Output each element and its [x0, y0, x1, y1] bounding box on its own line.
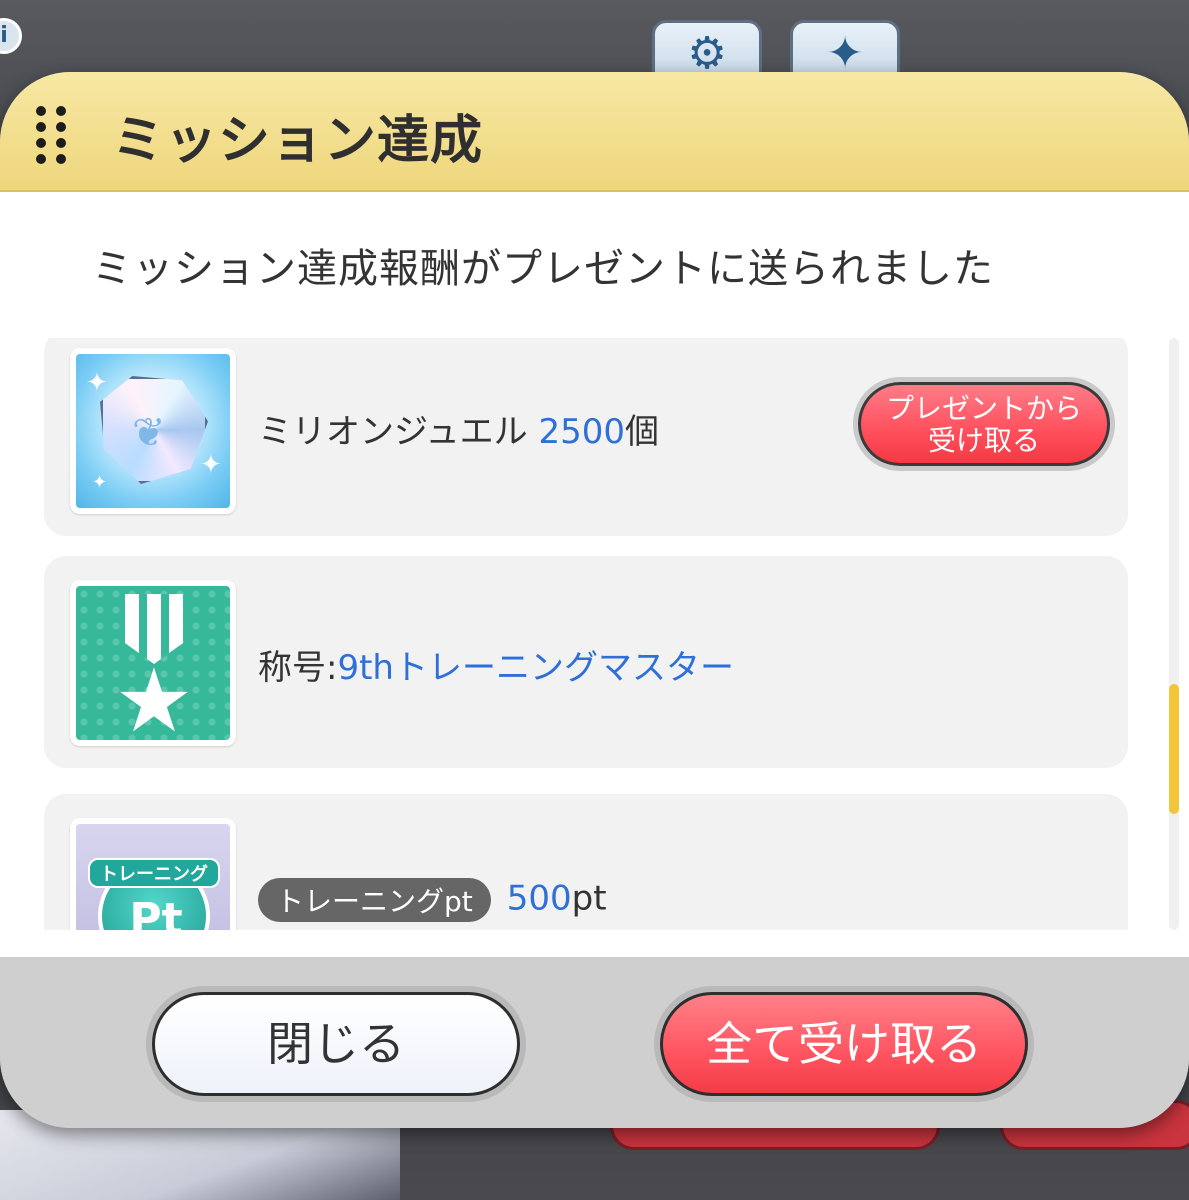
- reward-amount: 2500: [538, 412, 625, 452]
- receive-all-button[interactable]: 全て受け取る: [660, 992, 1028, 1096]
- training-pt-icon: トレーニング Pt: [70, 818, 236, 930]
- reward-row-training-pt: トレーニング Pt トレーニングpt 500pt: [44, 794, 1128, 930]
- title-medal-icon: ★: [70, 580, 236, 746]
- reward-amount: 500: [506, 878, 572, 919]
- million-jewel-icon: ❦ ✦ ✦ ✦: [70, 348, 236, 514]
- dialog-header: ミッション達成: [0, 72, 1189, 192]
- grip-dots-icon: [36, 106, 68, 164]
- scrollbar-thumb[interactable]: [1169, 684, 1179, 814]
- reward-row-title: ★ 称号:9thトレーニングマスター: [44, 556, 1128, 768]
- reward-tag: トレーニングpt: [258, 878, 491, 922]
- reward-label: 称号:9thトレーニングマスター: [258, 648, 734, 688]
- dialog-message: ミッション達成報酬がプレゼントに送られました: [92, 246, 994, 292]
- dialog-body: ミッション達成報酬がプレゼントに送られました ❦ ✦ ✦ ✦ ミリオンジュエル …: [0, 192, 1189, 957]
- reward-list[interactable]: ❦ ✦ ✦ ✦ ミリオンジュエル 2500個 プレゼントから 受け取る ★ 称号…: [44, 338, 1134, 930]
- mission-complete-dialog: ミッション達成 ミッション達成報酬がプレゼントに送られました ❦ ✦ ✦ ✦ ミ…: [0, 72, 1189, 1128]
- receive-from-present-button[interactable]: プレゼントから 受け取る: [858, 382, 1110, 466]
- title-name: 9thトレーニングマスター: [337, 648, 734, 688]
- reward-label: トレーニングpt 500pt: [258, 878, 607, 922]
- dialog-title: ミッション達成: [112, 111, 484, 171]
- close-button[interactable]: 閉じる: [152, 992, 520, 1096]
- reward-label: ミリオンジュエル 2500個: [258, 412, 659, 452]
- info-icon: i: [0, 18, 22, 54]
- scrollbar[interactable]: [1169, 338, 1179, 930]
- dialog-footer: 閉じる 全て受け取る: [0, 957, 1189, 1128]
- reward-row-jewel: ❦ ✦ ✦ ✦ ミリオンジュエル 2500個 プレゼントから 受け取る: [44, 338, 1128, 536]
